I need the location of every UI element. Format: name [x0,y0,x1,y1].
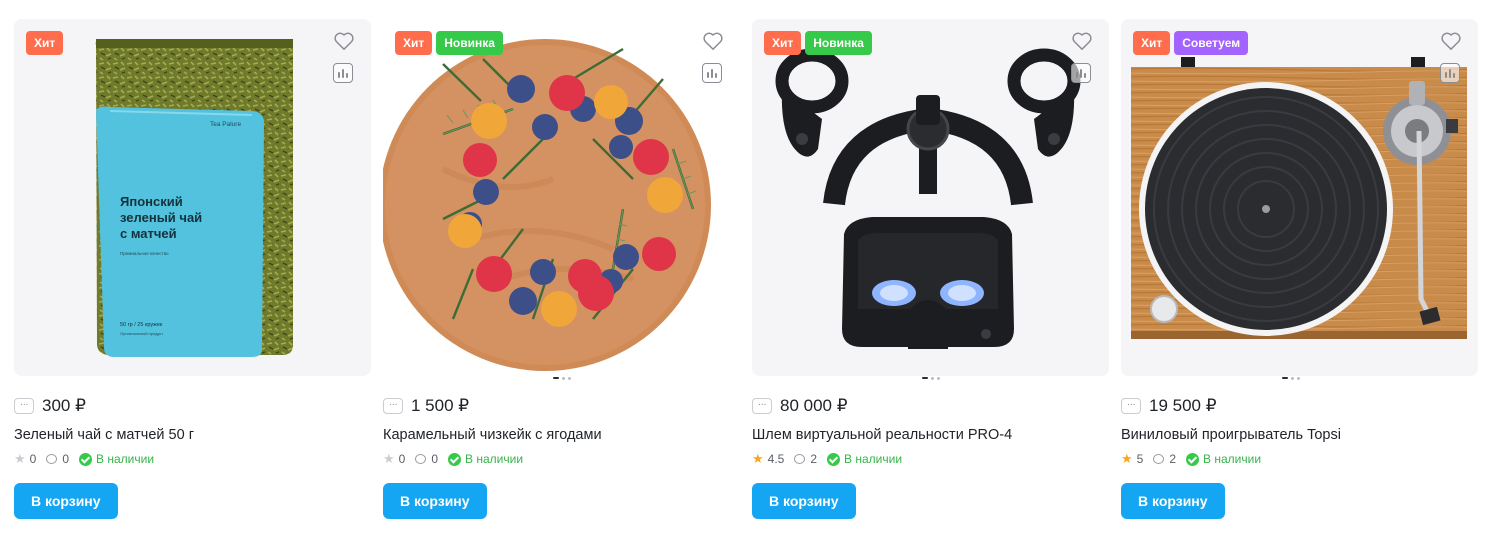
heart-icon[interactable] [702,31,724,51]
tea-package-subtitle: Премиальное качество [120,251,169,256]
review-count: 2 [1169,452,1177,466]
tea-package-name: с матчей [120,226,177,241]
rating-value: 0 [29,452,37,466]
tea-package-note: Оригинальный продукт [120,331,163,336]
product-price: 19 500 ₽ [1149,396,1217,415]
product-meta: ★ 0 0 В наличии [383,452,523,466]
image-pagination[interactable] [752,375,1109,381]
comment-icon [794,454,806,464]
tea-package-brand: Tea Palure [210,121,241,128]
add-to-cart-button[interactable]: В корзину [752,483,856,519]
product-title[interactable]: Зеленый чай с матчей 50 г [14,427,194,443]
product-card: Хит Новинка ··· 80 000 ₽ Шлем виртуально… [752,19,1110,539]
heart-icon[interactable] [333,31,355,51]
product-meta: ★ 4.5 2 В наличии [752,452,902,466]
check-icon [448,452,462,466]
compare-icon[interactable] [1440,63,1460,83]
add-to-cart-button[interactable]: В корзину [1121,483,1225,519]
hit-badge: Хит [1133,31,1171,55]
hit-badge: Хит [764,31,802,55]
hit-badge: Хит [395,31,433,55]
price-row: ··· 80 000 ₽ [752,394,848,418]
more-options-icon[interactable]: ··· [383,398,403,414]
price-row: ··· 1 500 ₽ [383,394,469,418]
price-row: ··· 19 500 ₽ [1121,394,1217,418]
product-image[interactable]: Хит Советуем [1121,19,1478,376]
product-grid: Tea Palure Японский зеленый чай с матчей… [14,19,1479,539]
product-price: 300 ₽ [42,396,86,415]
comment-icon [1153,454,1165,464]
vr-headset-image [752,19,1109,376]
add-to-cart-button[interactable]: В корзину [383,483,487,519]
tea-package-weight: 50 гр / 25 кружек [120,322,163,328]
check-icon [827,452,841,466]
product-title[interactable]: Виниловый проигрыватель Topsi [1121,427,1341,443]
badge-group: Хит Новинка [764,31,872,55]
comment-icon [46,454,58,464]
product-image[interactable]: Хит Новинка [383,19,740,376]
compare-icon[interactable] [1071,63,1091,83]
tea-package-name: Японский [120,194,183,209]
tea-package-image: Tea Palure Японский зеленый чай с матчей… [14,19,371,376]
rating-value: 5 [1136,452,1144,466]
rating-value: 0 [398,452,406,466]
availability-status: В наличии [1203,452,1262,466]
product-price: 1 500 ₽ [411,396,470,415]
star-icon: ★ [14,451,26,466]
heart-icon[interactable] [1071,31,1093,51]
product-card: Tea Palure Японский зеленый чай с матчей… [14,19,372,539]
new-badge: Новинка [436,31,503,55]
heart-icon[interactable] [1440,31,1462,51]
hit-badge: Хит [26,31,64,55]
product-title[interactable]: Шлем виртуальной реальности PRO-4 [752,427,1012,443]
product-meta: ★ 0 0 В наличии [14,452,154,466]
check-icon [79,452,93,466]
more-options-icon[interactable]: ··· [1121,398,1141,414]
availability-status: В наличии [844,452,903,466]
review-count: 2 [810,452,818,466]
compare-icon[interactable] [333,63,353,83]
product-meta: ★ 5 2 В наличии [1121,452,1261,466]
availability-status: В наличии [465,452,524,466]
review-count: 0 [431,452,439,466]
more-options-icon[interactable]: ··· [752,398,772,414]
badge-group: Хит Советуем [1133,31,1249,55]
compare-icon[interactable] [702,63,722,83]
product-card: Хит Новинка ··· 1 500 ₽ Карамельный чизк… [383,19,741,539]
rating-value: 4.5 [767,452,785,466]
check-icon [1186,452,1200,466]
add-to-cart-button[interactable]: В корзину [14,483,118,519]
new-badge: Новинка [805,31,872,55]
badge-group: Хит [26,31,64,55]
star-icon: ★ [752,451,764,466]
availability-status: В наличии [96,452,155,466]
star-icon: ★ [383,451,395,466]
price-row: ··· 300 ₽ [14,394,86,418]
review-count: 0 [62,452,70,466]
recommended-badge: Советуем [1174,31,1249,55]
image-pagination[interactable] [383,375,740,381]
product-image[interactable]: Хит Новинка [752,19,1109,376]
badge-group: Хит Новинка [395,31,503,55]
product-image[interactable]: Tea Palure Японский зеленый чай с матчей… [14,19,371,376]
tea-package-name: зеленый чай [120,210,202,225]
cheesecake-image [383,19,740,376]
turntable-image [1121,19,1478,376]
product-title[interactable]: Карамельный чизкейк с ягодами [383,427,602,443]
comment-icon [415,454,427,464]
image-pagination[interactable] [1121,375,1478,381]
more-options-icon[interactable]: ··· [14,398,34,414]
product-card: Хит Советуем ··· 19 500 ₽ Виниловый прои… [1121,19,1479,539]
star-icon: ★ [1121,451,1133,466]
product-price: 80 000 ₽ [780,396,848,415]
